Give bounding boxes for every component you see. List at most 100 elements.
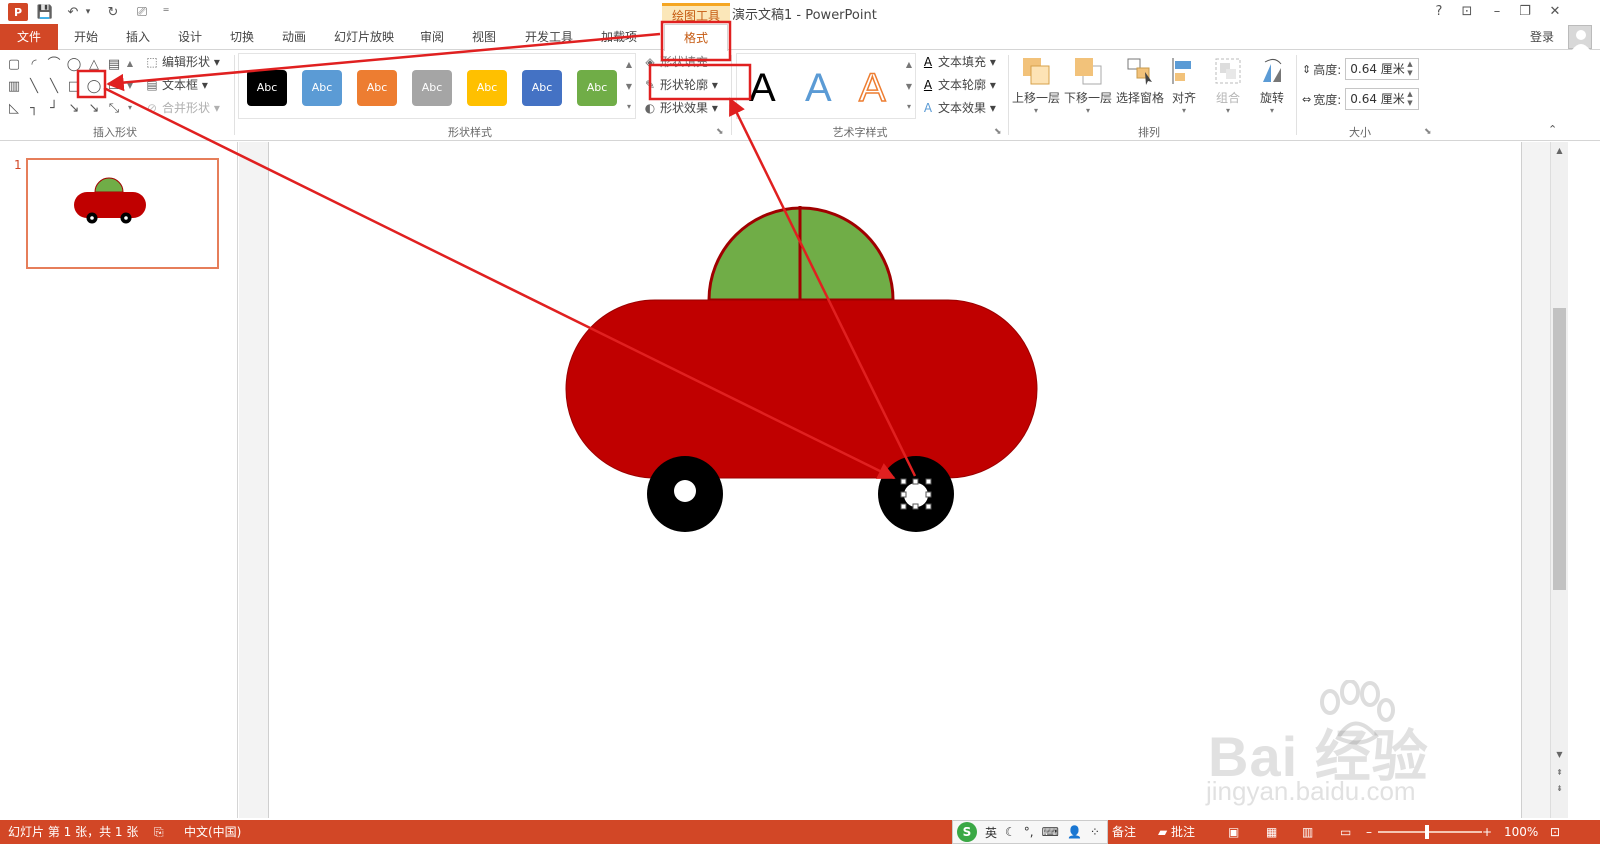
comments-button[interactable]: ▰ 批注 [1158, 824, 1195, 840]
width-spinner-icon[interactable]: ▲ ▼ [1407, 90, 1417, 108]
close-icon[interactable]: ✕ [1542, 2, 1568, 22]
normal-view-icon[interactable]: ▣ [1228, 824, 1239, 840]
rounded-rect-icon[interactable]: ◜ [26, 57, 42, 73]
zoom-slider[interactable] [1378, 831, 1482, 833]
bring-forward-button[interactable]: 上移一层 ▾ [1010, 53, 1062, 121]
collapse-ribbon-icon[interactable]: ⌃ [1548, 123, 1557, 136]
reading-view-icon[interactable]: ▥ [1302, 824, 1313, 840]
vertical-scrollbar[interactable]: ▲ ▼ ⇞ ⇟ [1550, 142, 1568, 818]
zoom-slider-knob[interactable] [1425, 825, 1429, 839]
tab-animations[interactable]: 动画 [270, 24, 318, 50]
wordart-gallery[interactable]: A A A ▲ ▼ ▾ [736, 53, 916, 119]
gallery-more-icon[interactable]: ▾ [124, 99, 136, 117]
tab-insert[interactable]: 插入 [114, 24, 162, 50]
wordart-more-icon[interactable]: ▾ [903, 98, 915, 116]
slide-count-status[interactable]: 幻灯片 第 1 张，共 1 张 [8, 824, 138, 840]
wordart-sample[interactable]: A [805, 66, 832, 110]
minimize-icon[interactable]: – [1484, 2, 1510, 22]
help-icon[interactable]: ? [1426, 2, 1452, 22]
triangle-icon[interactable]: △ [86, 57, 102, 73]
punctuation-icon[interactable]: °, [1024, 825, 1034, 839]
resize-arrow-icon[interactable]: ⤡ [106, 101, 122, 117]
zoom-in-icon[interactable]: + [1482, 824, 1492, 840]
save-icon[interactable]: 💾 [36, 3, 54, 21]
shape-outline-button[interactable]: ✎ 形状轮廓 ▾ [642, 75, 718, 95]
callout-icon[interactable]: ▭ [106, 79, 122, 95]
textbox-shape-icon[interactable]: ▤ [106, 57, 122, 73]
zoom-out-icon[interactable]: – [1366, 824, 1372, 840]
user-icon[interactable]: 👤 [1067, 825, 1082, 839]
shape-style-swatch[interactable]: Abc [357, 70, 397, 106]
styles-more-icon[interactable]: ▾ [623, 98, 635, 116]
tab-slideshow[interactable]: 幻灯片放映 [324, 24, 404, 50]
scroll-thumb[interactable] [1553, 308, 1566, 590]
language-status[interactable]: 中文(中国) [184, 824, 241, 840]
customize-qat-icon[interactable]: ⁼ [160, 3, 172, 21]
ime-mode-label[interactable]: 英 [985, 824, 997, 841]
car-body-shape[interactable] [565, 299, 1038, 479]
wordart-up-icon[interactable]: ▲ [903, 56, 915, 74]
front-hubcap-selected[interactable] [904, 483, 928, 507]
arc-icon[interactable]: ⌒ [46, 57, 62, 73]
tab-developer[interactable]: 开发工具 [516, 24, 582, 50]
wordart-sample[interactable]: A [858, 65, 886, 111]
gallery-up-icon[interactable]: ▲ [124, 55, 136, 73]
dialog-launcher-icon[interactable]: ⬊ [994, 127, 1002, 137]
vtextbox-icon[interactable]: ▥ [6, 79, 22, 95]
elbow-connector-icon[interactable]: ┐ [26, 101, 42, 117]
tab-review[interactable]: 审阅 [408, 24, 456, 50]
diag-arrow-icon[interactable]: ↘ [66, 101, 82, 117]
slide-canvas[interactable] [268, 142, 1522, 818]
shape-style-swatch[interactable]: Abc [302, 70, 342, 106]
undo-icon[interactable]: ↶ [64, 3, 82, 21]
merge-shapes-button[interactable]: ⊘ 合并形状 ▾ [144, 98, 220, 118]
styles-down-icon[interactable]: ▼ [623, 78, 635, 96]
elbow-arrow-icon[interactable]: ┘ [46, 101, 62, 117]
text-box-button[interactable]: ▤ 文本框 ▾ [144, 75, 208, 95]
slideshow-view-icon[interactable]: ▭ [1340, 824, 1351, 840]
send-backward-button[interactable]: 下移一层 ▾ [1062, 53, 1114, 121]
restore-icon[interactable]: ❐ [1512, 2, 1538, 22]
previous-slide-icon[interactable]: ⇞ [1553, 766, 1566, 780]
dialog-launcher-icon[interactable]: ⬊ [716, 127, 724, 137]
oval-top-icon[interactable]: ◯ [66, 57, 82, 73]
spell-check-icon[interactable]: ⎘ [154, 824, 164, 840]
tab-home[interactable]: 开始 [62, 24, 110, 50]
tab-file[interactable]: 文件 [0, 24, 58, 50]
shape-style-swatch[interactable]: Abc [412, 70, 452, 106]
login-link[interactable]: 登录 [1530, 28, 1554, 45]
ime-toolbar[interactable]: S 英 ☾ °, ⌨ 👤 ⁘ [952, 820, 1108, 844]
moon-icon[interactable]: ☾ [1005, 825, 1016, 839]
gallery-down-icon[interactable]: ▼ [124, 77, 136, 95]
shape-style-swatch[interactable]: Abc [522, 70, 562, 106]
rotate-button[interactable]: 旋转 ▾ [1250, 53, 1294, 121]
notes-button[interactable]: 备注 [1112, 824, 1136, 840]
undo-dropdown-icon[interactable]: ▾ [83, 3, 93, 21]
group-button[interactable]: 组合 ▾ [1206, 53, 1250, 121]
tab-addins[interactable]: 加载项 [590, 24, 648, 50]
rect-icon[interactable]: ▢ [6, 57, 22, 73]
tab-format[interactable]: 格式 [664, 24, 728, 51]
double-arrow-icon[interactable]: ↘ [86, 101, 102, 117]
text-fill-button[interactable]: A 文本填充 ▾ [920, 52, 996, 72]
scroll-up-icon[interactable]: ▲ [1553, 144, 1566, 158]
text-outline-button[interactable]: A 文本轮廓 ▾ [920, 75, 996, 95]
apps-grid-icon[interactable]: ⁘ [1090, 825, 1100, 839]
oval-icon[interactable]: ◯ [86, 79, 102, 95]
wordart-down-icon[interactable]: ▼ [903, 78, 915, 96]
edit-shape-button[interactable]: ⬚ 编辑形状 ▾ [144, 52, 220, 72]
rear-hubcap[interactable] [674, 480, 696, 502]
wordart-sample[interactable]: A [749, 66, 776, 110]
slide-sorter-icon[interactable]: ▦ [1266, 824, 1277, 840]
fit-slide-icon[interactable]: ⊡ [1550, 824, 1560, 840]
styles-up-icon[interactable]: ▲ [623, 56, 635, 74]
start-slideshow-icon[interactable]: ⎚ [132, 3, 152, 21]
shape-styles-gallery[interactable]: Abc Abc Abc Abc Abc Abc Abc ▲ ▼ ▾ [238, 53, 636, 119]
sogou-ime-logo[interactable]: S [957, 822, 977, 842]
height-spinner-icon[interactable]: ▲ ▼ [1407, 60, 1417, 78]
align-button[interactable]: 对齐 ▾ [1162, 53, 1206, 121]
tab-design[interactable]: 设计 [166, 24, 214, 50]
right-triangle-icon[interactable]: ◺ [6, 101, 22, 117]
next-slide-icon[interactable]: ⇟ [1553, 782, 1566, 796]
ribbon-display-options-icon[interactable]: ⊡ [1454, 2, 1480, 22]
